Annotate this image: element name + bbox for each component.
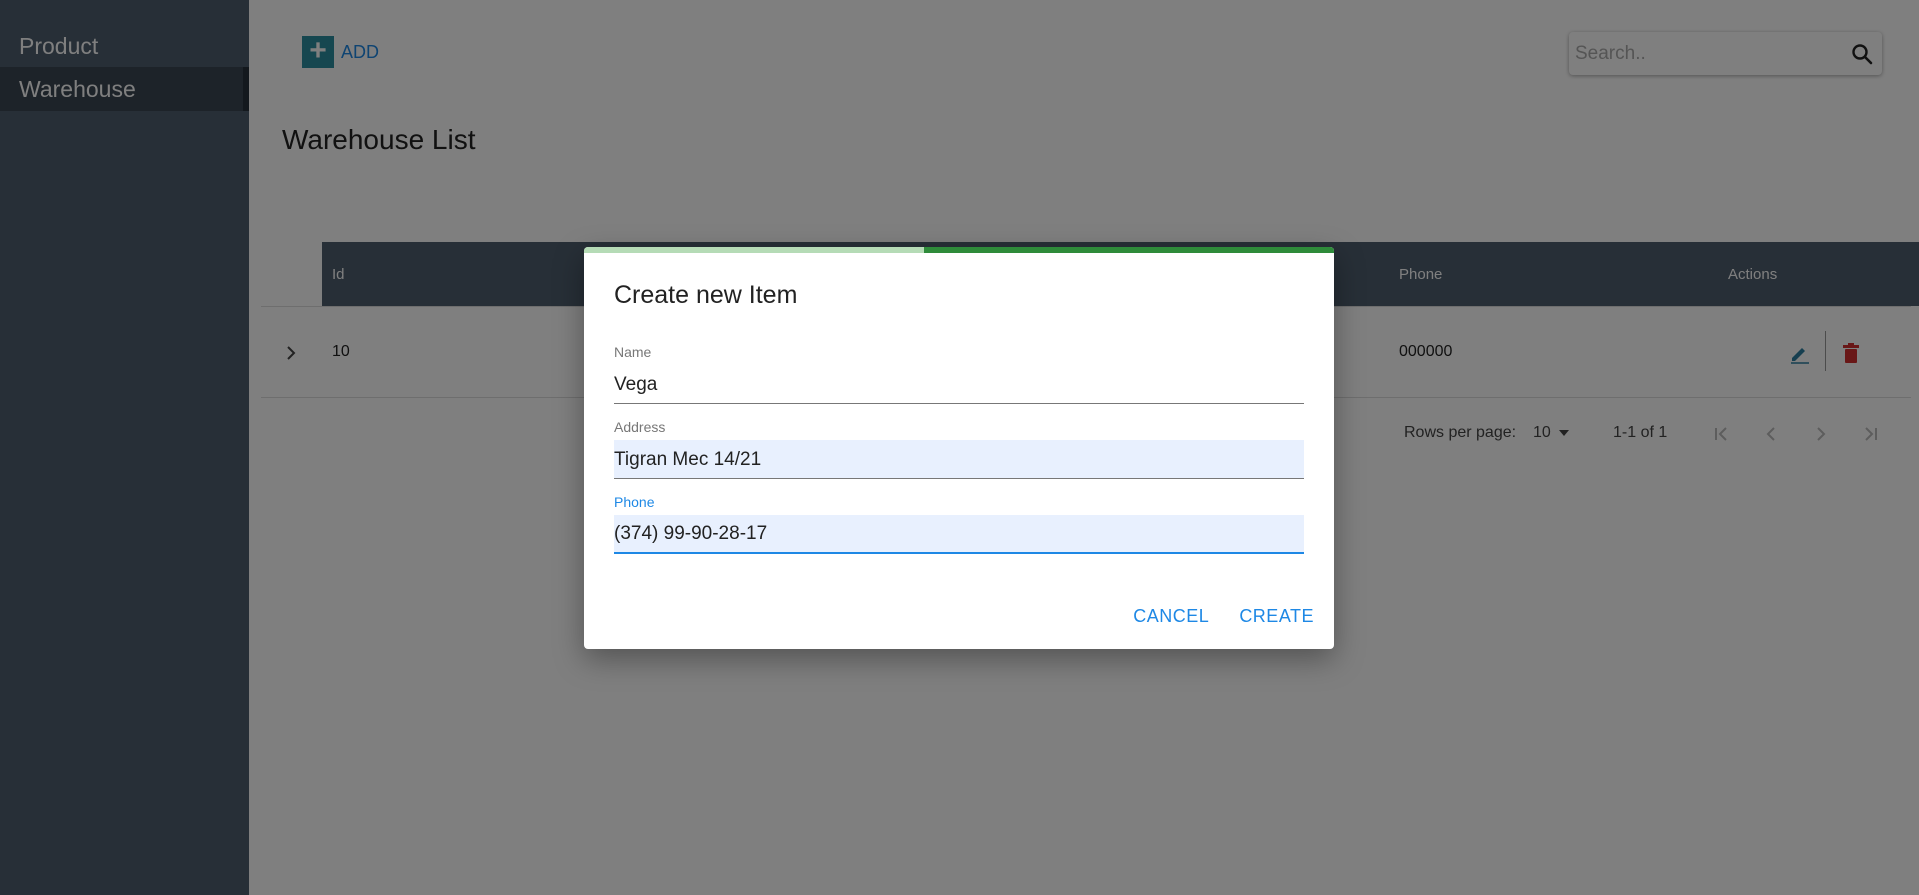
phone-input[interactable] [614,515,1304,554]
address-label: Address [614,419,666,435]
address-input[interactable] [614,440,1304,479]
dialog-title: Create new Item [614,281,798,309]
phone-label: Phone [614,494,655,510]
dialog-actions: CANCEL CREATE [1133,606,1314,627]
name-label: Name [614,344,652,360]
progress-bar-fill [924,247,1334,253]
cancel-button[interactable]: CANCEL [1133,606,1209,627]
name-input[interactable] [614,365,1304,404]
progress-bar [584,247,1334,253]
create-button[interactable]: CREATE [1239,606,1314,627]
create-item-dialog: Create new Item Name Address Phone CANCE… [584,247,1334,649]
